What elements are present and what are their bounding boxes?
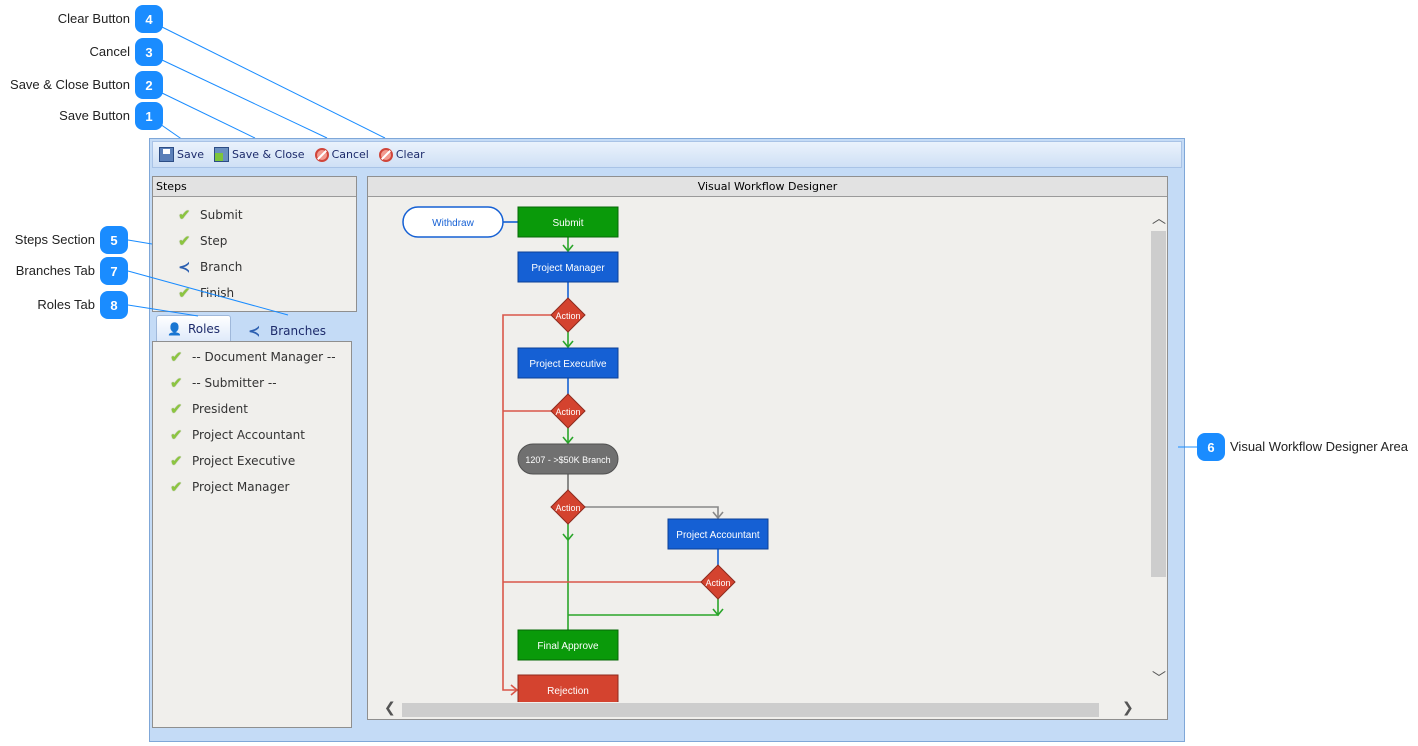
- node-label: Withdraw: [432, 218, 474, 229]
- node-label: Project Accountant: [676, 530, 760, 541]
- callout-badge-5: 5: [100, 226, 128, 254]
- callout-line-5: [127, 239, 153, 245]
- node-label: Submit: [552, 218, 583, 229]
- node-label: Project Executive: [529, 359, 607, 370]
- node-withdraw: Withdraw: [402, 206, 504, 238]
- workflow-diagram: Withdraw Submit Project Manager Action P…: [127, 206, 1197, 702]
- callout-label-8: Roles Tab: [37, 297, 95, 312]
- callout-badge-7: 7: [100, 257, 128, 285]
- callout-label-5: Steps Section: [14, 232, 95, 247]
- node-project-executive: Project Executive: [517, 347, 619, 379]
- node-label: Project Manager: [531, 263, 605, 274]
- node-rejection: Rejection: [517, 674, 619, 702]
- callout-badge-8: 8: [100, 291, 128, 319]
- node-project-accountant: Project Accountant: [667, 518, 769, 550]
- node-action-2: Action: [550, 393, 586, 429]
- callout-badge-6: 6: [1197, 433, 1225, 461]
- connector: [568, 599, 719, 616]
- connector: [585, 506, 719, 518]
- callout-label-6: Visual Workflow Designer Area: [1230, 439, 1408, 454]
- node-label: Action: [555, 503, 580, 513]
- node-label: Final Approve: [537, 641, 599, 652]
- node-label: Action: [555, 407, 580, 417]
- node-branch: 1207 - >$50K Branch: [517, 443, 619, 475]
- node-action-1: Action: [550, 297, 586, 333]
- node-label: Rejection: [547, 686, 589, 697]
- node-action-3: Action: [550, 489, 586, 525]
- callout-line-8: [127, 304, 199, 317]
- node-label: Action: [555, 311, 580, 321]
- node-label: 1207 - >$50K Branch: [525, 455, 610, 465]
- node-action-4: Action: [700, 564, 736, 600]
- callout-label-7: Branches Tab: [15, 263, 95, 278]
- node-project-manager: Project Manager: [517, 251, 619, 283]
- node-submit: Submit: [517, 206, 619, 238]
- node-label: Action: [705, 578, 730, 588]
- node-final-approve: Final Approve: [517, 629, 619, 661]
